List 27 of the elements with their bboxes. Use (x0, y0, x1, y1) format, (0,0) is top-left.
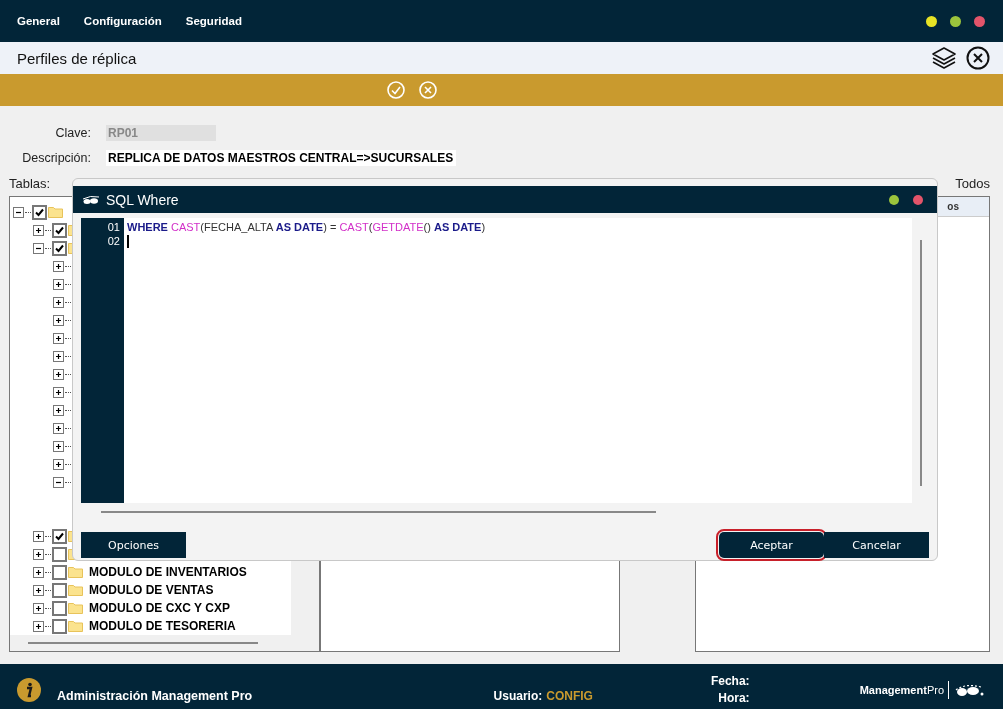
tree-item[interactable]: MODULO DE CXC Y CXP (89, 601, 230, 615)
tree-item[interactable]: MODULO DE TESORERIA (89, 619, 236, 633)
app-name: Administración Management Pro (57, 688, 253, 703)
logo-text: ManagementPro (859, 683, 944, 696)
all-label: Todos (955, 176, 990, 193)
dialog-button[interactable]: Cancelar (824, 532, 929, 558)
dialog-title: SQL Where (106, 191, 179, 208)
line-number: 01 (107, 220, 120, 234)
date-label: Fecha: (710, 674, 750, 688)
tree-item[interactable]: MODULO DE VENTAS (89, 583, 214, 597)
user-name: CONFIG (546, 688, 593, 703)
field-label: Descripción: (21, 151, 91, 165)
time-label: Hora: (718, 691, 750, 705)
tree-item[interactable]: MODULO DE INVENTARIOS (89, 565, 247, 579)
line-number: 02 (107, 234, 120, 248)
column-header: os (947, 201, 959, 212)
options-button[interactable]: Opciones (81, 532, 186, 558)
window-title: Perfiles de réplica (17, 49, 137, 67)
menu-item[interactable]: Seguridad (185, 15, 242, 27)
code-line: WHERE CAST(FECHA_ALTA AS DATE) = CAST(GETDATE() AS DATE) (127, 221, 486, 233)
dialog-button[interactable]: Aceptar (719, 532, 824, 558)
menu-item[interactable]: General (17, 15, 60, 27)
user-label: Usuario: (493, 688, 543, 703)
tables-label: Tablas: (9, 176, 51, 193)
field-label: Clave: (54, 126, 91, 140)
description-field[interactable]: REPLICA DE DATOS MAESTROS CENTRAL=>SUCURSALES (106, 150, 456, 166)
menu-item[interactable]: Configuración (83, 15, 162, 27)
